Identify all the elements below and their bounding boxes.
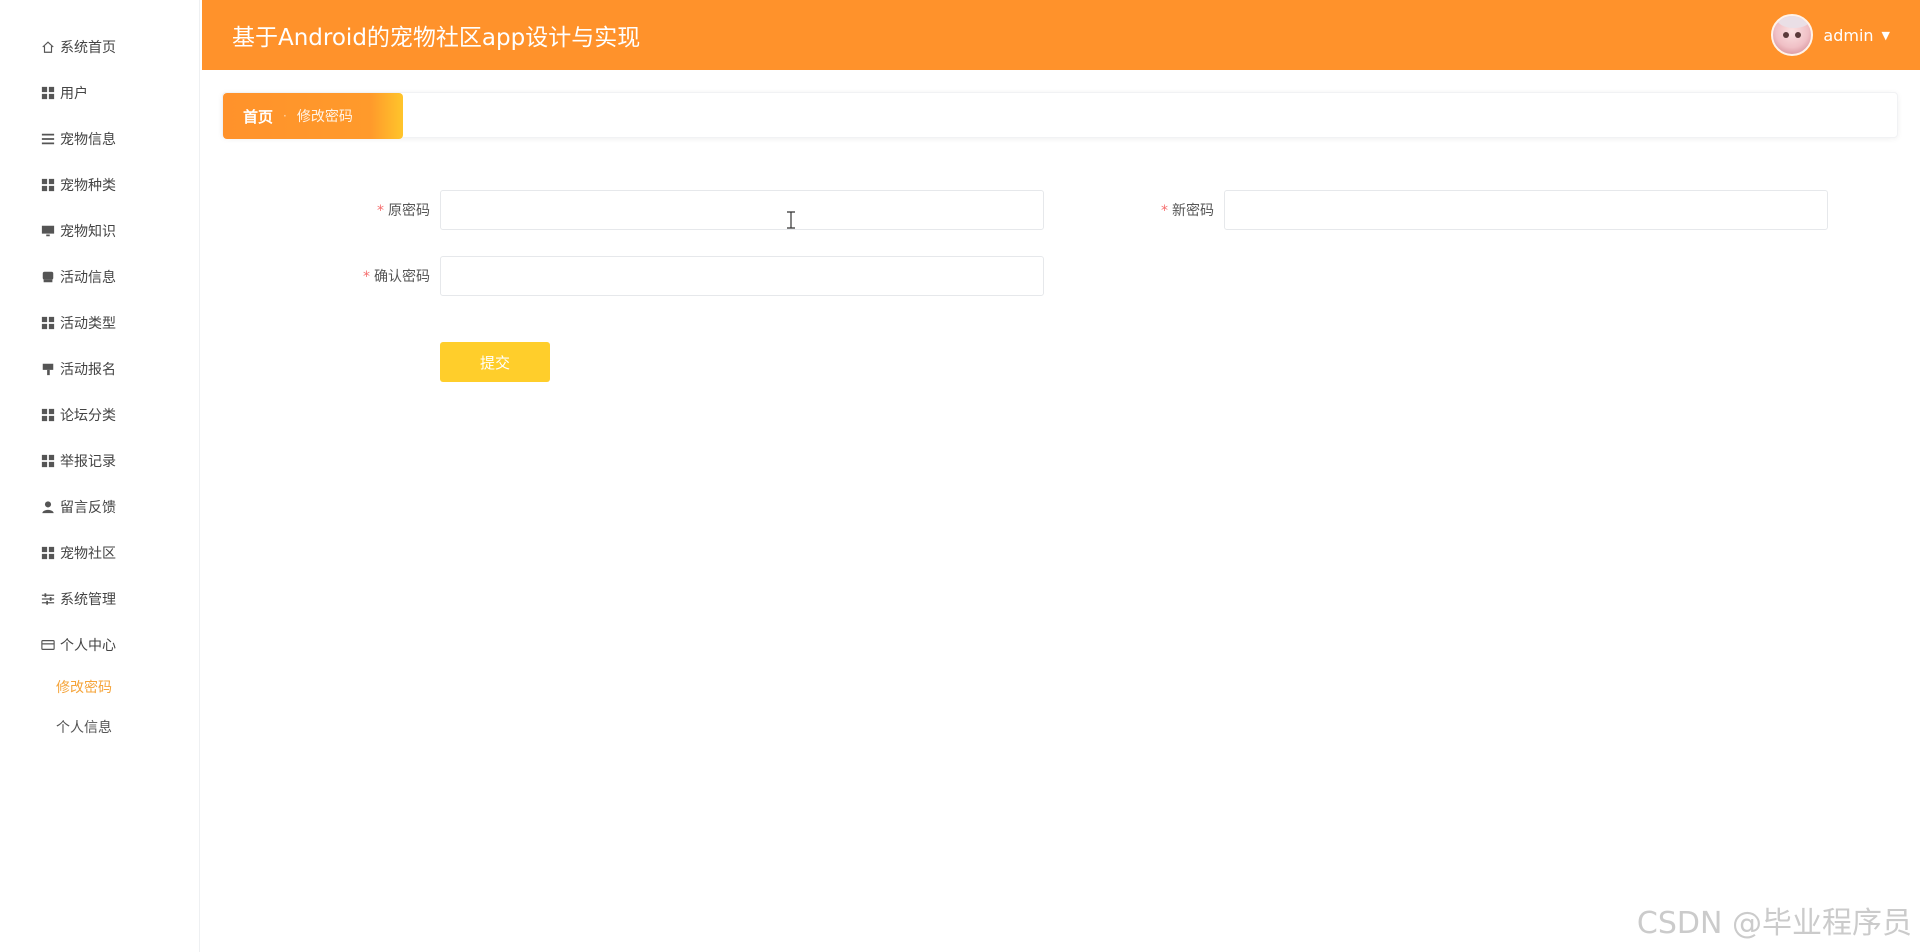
- submenu-item-personal-info[interactable]: 个人信息: [0, 708, 199, 748]
- new-password-input[interactable]: [1224, 190, 1828, 230]
- grid-icon: [40, 407, 56, 423]
- sidebar-item-label: 举报记录: [60, 454, 116, 470]
- home-icon: [40, 39, 56, 55]
- breadcrumb-current: 修改密码: [296, 109, 353, 125]
- sidebar-item-feedback[interactable]: 留言反馈: [0, 484, 199, 530]
- breadcrumb-home[interactable]: 首页: [243, 106, 273, 127]
- text-cursor-icon: [786, 211, 796, 229]
- sidebar-item-label: 系统管理: [60, 592, 116, 608]
- sidebar-item-system-management[interactable]: 系统管理: [0, 576, 199, 622]
- sidebar-item-label: 留言反馈: [60, 500, 116, 516]
- old-password-input[interactable]: [440, 190, 1044, 230]
- top-header: 基于Android的宠物社区app设计与实现 admin ▼: [202, 0, 1920, 70]
- confirm-password-label-text: 确认密码: [374, 269, 430, 285]
- sign-icon: [40, 361, 56, 377]
- old-password-label-text: 原密码: [388, 203, 430, 219]
- sidebar-item-label: 宠物信息: [60, 132, 116, 148]
- sidebar-item-label: 活动信息: [60, 270, 116, 286]
- submit-button[interactable]: 提交: [440, 342, 550, 382]
- confirm-password-label: * 确认密码: [350, 266, 430, 286]
- sidebar-item-pet-community[interactable]: 宠物社区: [0, 530, 199, 576]
- chevron-down-icon[interactable]: ▼: [1882, 29, 1890, 42]
- required-mark: *: [377, 203, 384, 219]
- required-mark: *: [1161, 203, 1168, 219]
- sidebar-item-label: 系统首页: [60, 40, 116, 56]
- monitor-icon: [40, 223, 56, 239]
- grid-icon: [40, 545, 56, 561]
- required-mark: *: [363, 269, 370, 285]
- sidebar-item-activity-info[interactable]: 活动信息: [0, 254, 199, 300]
- new-password-label: * 新密码: [1150, 200, 1214, 220]
- sidebar: 系统首页 用户 宠物信息 宠物种类 宠物知识 活动信息 活动类型 活动报名 论坛…: [0, 0, 200, 952]
- sidebar-item-pet-knowledge[interactable]: 宠物知识: [0, 208, 199, 254]
- sidebar-item-label: 个人中心: [60, 638, 116, 654]
- avatar[interactable]: [1771, 14, 1814, 56]
- sliders-icon: [40, 591, 56, 607]
- sidebar-item-home[interactable]: 系统首页: [0, 24, 199, 70]
- grid-icon: [40, 453, 56, 469]
- grid-icon: [40, 177, 56, 193]
- sidebar-item-activity-type[interactable]: 活动类型: [0, 300, 199, 346]
- sidebar-item-label: 宠物知识: [60, 224, 116, 240]
- sidebar-item-label: 宠物社区: [60, 546, 116, 562]
- breadcrumb: 首页 · 修改密码: [223, 93, 403, 139]
- old-password-label: * 原密码: [366, 200, 430, 220]
- list-icon: [40, 131, 56, 147]
- sidebar-item-label: 论坛分类: [60, 408, 116, 424]
- sidebar-item-activity-signup[interactable]: 活动报名: [0, 346, 199, 392]
- sidebar-item-pet-species[interactable]: 宠物种类: [0, 162, 199, 208]
- sidebar-item-report-records[interactable]: 举报记录: [0, 438, 199, 484]
- sidebar-item-personal-center[interactable]: 个人中心: [0, 622, 199, 668]
- sidebar-item-label: 活动报名: [60, 362, 116, 378]
- chat-icon: [40, 269, 56, 285]
- new-password-label-text: 新密码: [1172, 203, 1214, 219]
- app-title: 基于Android的宠物社区app设计与实现: [232, 25, 641, 51]
- confirm-password-input[interactable]: [440, 256, 1044, 296]
- breadcrumb-separator: ·: [283, 109, 287, 123]
- grid-icon: [40, 315, 56, 331]
- sidebar-item-forum-category[interactable]: 论坛分类: [0, 392, 199, 438]
- user-menu[interactable]: admin ▼: [1771, 14, 1890, 56]
- breadcrumb-bar: 首页 · 修改密码: [222, 92, 1898, 139]
- sidebar-item-label: 宠物种类: [60, 178, 116, 194]
- card-icon: [40, 637, 56, 653]
- user-icon: [40, 499, 56, 515]
- sidebar-item-pet-info[interactable]: 宠物信息: [0, 116, 199, 162]
- watermark: CSDN @毕业程序员: [1636, 906, 1912, 941]
- sidebar-item-label: 用户: [60, 86, 88, 102]
- sidebar-menu: 系统首页 用户 宠物信息 宠物种类 宠物知识 活动信息 活动类型 活动报名 论坛…: [0, 0, 199, 668]
- username: admin: [1823, 25, 1874, 45]
- sidebar-item-users[interactable]: 用户: [0, 70, 199, 116]
- submenu-item-change-password[interactable]: 修改密码: [0, 668, 199, 708]
- grid-icon: [40, 85, 56, 101]
- personal-center-submenu: 修改密码 个人信息: [0, 668, 199, 748]
- sidebar-item-label: 活动类型: [60, 316, 116, 332]
